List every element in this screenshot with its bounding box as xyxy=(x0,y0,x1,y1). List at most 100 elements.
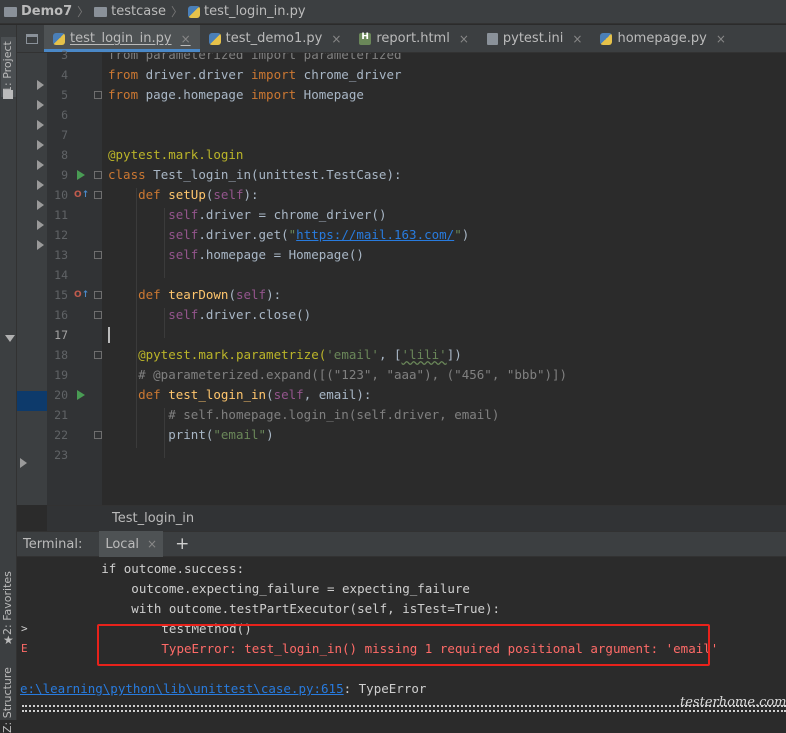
python-file-icon xyxy=(188,5,201,18)
watermark: testerhome.com xyxy=(680,695,786,710)
code-line-16: self.driver.close() xyxy=(168,307,312,322)
terminal-tab-local[interactable]: Local × xyxy=(99,531,164,557)
code-editor[interactable]: from parameterized import parameterized … xyxy=(102,53,786,505)
code-line-4: from driver.driver import chrome_driver xyxy=(108,67,402,82)
expand-arrow-icon[interactable] xyxy=(37,180,44,190)
terminal-title: Terminal: xyxy=(23,536,83,552)
star-icon: ★ xyxy=(3,633,14,647)
override-method-icon[interactable]: O↑ xyxy=(74,285,89,305)
code-line-22: print("email") xyxy=(168,427,274,442)
editor-breadcrumb[interactable]: Test_login_in xyxy=(47,505,786,531)
run-icon[interactable] xyxy=(77,390,85,400)
terminal-gutter-mark: > xyxy=(21,622,28,635)
expand-arrow-icon[interactable] xyxy=(37,220,44,230)
breadcrumb-project[interactable]: Demo7 xyxy=(4,4,72,19)
separator-line xyxy=(22,705,786,712)
override-method-icon[interactable]: O↑ xyxy=(74,185,89,205)
tab-report-html[interactable]: report.html × xyxy=(350,25,478,52)
line-number: 12 xyxy=(54,228,68,242)
new-terminal-button[interactable]: + xyxy=(175,534,189,554)
close-icon[interactable]: × xyxy=(716,32,726,46)
line-number: 16 xyxy=(54,308,68,322)
fold-marker-icon[interactable] xyxy=(94,91,102,99)
navigation-breadcrumb: Demo7 〉 testcase 〉 test_login_in.py xyxy=(0,0,786,24)
line-number: 18 xyxy=(54,348,68,362)
folder-icon xyxy=(3,90,13,99)
expand-arrow-icon[interactable] xyxy=(37,200,44,210)
collapse-arrow-icon[interactable] xyxy=(5,335,15,342)
line-number: 9 xyxy=(61,168,68,182)
expand-arrow-icon[interactable] xyxy=(37,140,44,150)
line-number: 7 xyxy=(61,128,68,142)
left-tool-strip: 1: Project 2: Favorites ★ Z: Structure xyxy=(0,25,17,733)
run-icon[interactable] xyxy=(77,170,85,180)
expand-arrow-icon[interactable] xyxy=(37,160,44,170)
expand-arrow-icon[interactable] xyxy=(37,120,44,130)
structure-tool-window-button[interactable]: Z: Structure xyxy=(1,665,16,733)
code-line-18: @pytest.mark.parametrize('email', ['lili… xyxy=(138,347,462,362)
expand-arrow-icon[interactable] xyxy=(37,100,44,110)
breadcrumb-file[interactable]: test_login_in.py xyxy=(188,4,306,19)
python-file-icon xyxy=(208,32,221,45)
terminal-line: if outcome.success: xyxy=(41,561,245,576)
terminal-line: outcome.expecting_failure = expecting_fa… xyxy=(41,581,470,596)
chevron-right-icon: 〉 xyxy=(77,5,90,19)
line-number: 23 xyxy=(54,448,68,462)
terminal-header: Terminal: Local × + xyxy=(17,531,786,557)
line-number: 13 xyxy=(54,248,68,262)
project-tool-window-button[interactable]: 1: Project xyxy=(1,37,16,97)
line-number: 19 xyxy=(54,368,68,382)
html-file-icon xyxy=(359,32,372,45)
code-line-11: self.driver = chrome_driver() xyxy=(168,207,387,222)
line-number: 11 xyxy=(54,208,68,222)
project-panel[interactable] xyxy=(5,25,47,505)
line-number: 5 xyxy=(61,88,68,102)
fold-marker-icon[interactable] xyxy=(94,191,102,199)
fold-marker-icon[interactable] xyxy=(94,311,102,319)
editor-tab-bar: test_login_in.py × test_demo1.py × repor… xyxy=(17,25,786,53)
line-number: 14 xyxy=(54,268,68,282)
code-line-3: from parameterized import parameterized xyxy=(108,53,402,62)
code-line-20: def test_login_in(self, email): xyxy=(138,387,372,402)
tab-test-demo1[interactable]: test_demo1.py × xyxy=(200,25,351,52)
line-number: 22 xyxy=(54,428,68,442)
close-icon[interactable]: × xyxy=(331,32,341,46)
expand-arrow-icon[interactable] xyxy=(37,80,44,90)
fold-marker-icon[interactable] xyxy=(94,251,102,259)
close-icon[interactable]: × xyxy=(572,32,582,46)
line-number: 17 xyxy=(54,328,68,342)
code-line-10: def setUp(self): xyxy=(138,187,259,202)
line-number: 21 xyxy=(54,408,68,422)
close-icon[interactable]: × xyxy=(459,32,469,46)
code-line-15: def tearDown(self): xyxy=(138,287,282,302)
python-file-icon xyxy=(53,32,65,45)
close-icon[interactable]: × xyxy=(147,537,157,551)
python-file-icon xyxy=(600,32,613,45)
fold-marker-icon[interactable] xyxy=(94,291,102,299)
folder-icon xyxy=(94,6,108,17)
traceback-location-line: e:\learning\python\lib\unittest\case.py:… xyxy=(20,681,427,696)
chevron-right-icon: 〉 xyxy=(171,5,184,19)
expand-arrow-icon[interactable] xyxy=(20,458,27,468)
fold-marker-icon[interactable] xyxy=(94,351,102,359)
expand-arrow-icon[interactable] xyxy=(37,240,44,250)
fold-marker-icon[interactable] xyxy=(94,431,102,439)
line-number: 6 xyxy=(61,108,68,122)
code-line-19: # @parameterized.expand([("123", "aaa"),… xyxy=(138,367,568,382)
breadcrumb-folder[interactable]: testcase xyxy=(94,4,166,19)
line-number: 3 xyxy=(61,48,68,62)
breadcrumb-class[interactable]: Test_login_in xyxy=(112,511,194,526)
favorites-tool-window-button[interactable]: 2: Favorites xyxy=(1,565,16,635)
folder-icon xyxy=(4,6,17,17)
traceback-file-link[interactable]: e:\learning\python\lib\unittest\case.py:… xyxy=(20,681,344,696)
error-highlight-box xyxy=(97,624,710,666)
close-icon[interactable]: × xyxy=(181,32,191,46)
text-caret xyxy=(108,327,110,343)
editor-window-icon xyxy=(26,33,38,44)
tab-homepage[interactable]: homepage.py × xyxy=(591,25,734,52)
line-number: 8 xyxy=(61,148,68,162)
code-line-13: self.homepage = Homepage() xyxy=(168,247,364,262)
tab-pytest-ini[interactable]: pytest.ini × xyxy=(478,25,592,52)
fold-marker-icon[interactable] xyxy=(94,171,102,179)
code-line-5: from page.homepage import Homepage xyxy=(108,87,364,102)
